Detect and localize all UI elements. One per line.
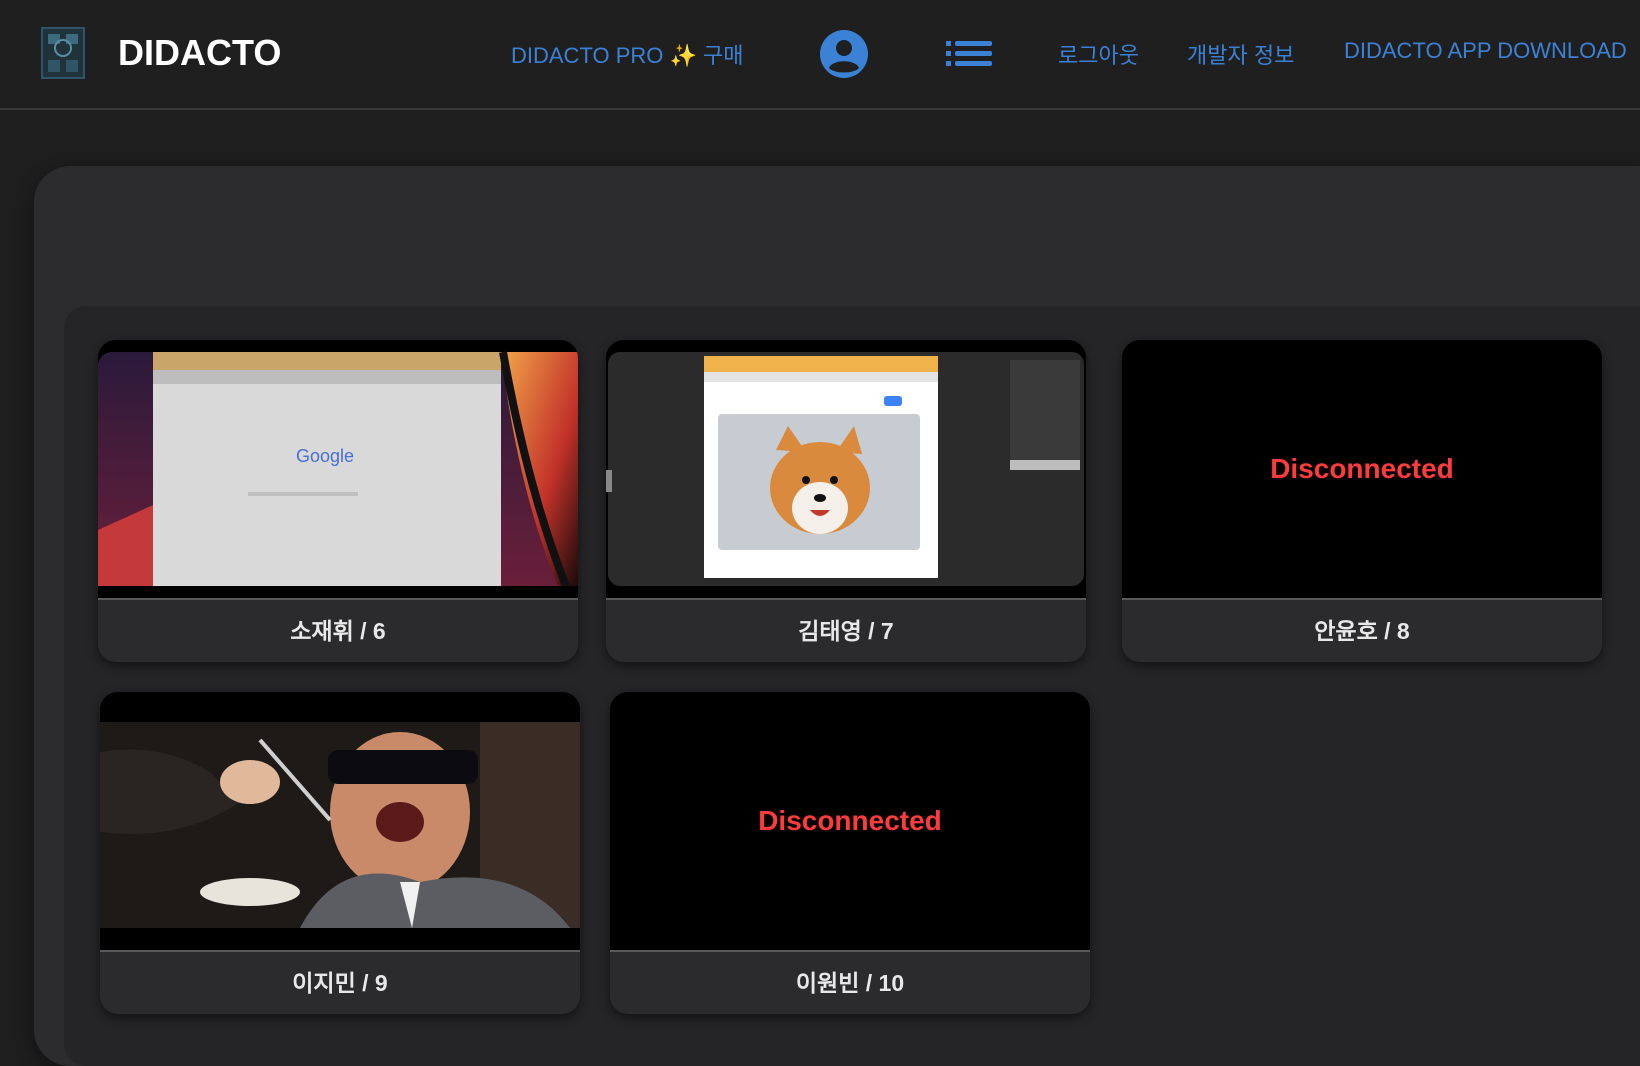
screen-thumbnail (606, 340, 1086, 598)
student-name-label: 이지민 / 9 (292, 970, 388, 996)
brand-title[interactable]: DIDACTO (118, 32, 281, 74)
student-card[interactable]: Disconnected 안윤호 / 8 (1122, 340, 1602, 662)
webcam-video-frame (100, 692, 580, 950)
svg-text:Google: Google (296, 446, 354, 466)
disconnected-status: Disconnected (1270, 453, 1454, 484)
student-card[interactable]: Google 소재휘 / 6 (98, 340, 578, 662)
building-logo-icon[interactable] (38, 26, 88, 80)
pro-purchase-link[interactable]: DIDACTO PRO ✨ 구매 (511, 38, 744, 70)
student-name-label: 안윤호 / 8 (1314, 618, 1410, 644)
top-navbar: DIDACTO DIDACTO PRO ✨ 구매 로그아웃 개발자 정보 DID… (0, 0, 1640, 110)
student-name-label: 이원빈 / 10 (795, 970, 905, 996)
screen-thumbnail: Google (98, 340, 578, 598)
app-download-link[interactable]: DIDACTO APP DOWNLOAD (1344, 38, 1627, 64)
logout-link[interactable]: 로그아웃 (1058, 38, 1139, 70)
student-name-label: 김태영 / 7 (798, 618, 894, 644)
user-avatar-icon[interactable] (820, 30, 868, 78)
student-card[interactable]: 이지민 / 9 (100, 692, 580, 1014)
screen-thumbnail (100, 692, 580, 950)
developer-info-link[interactable]: 개발자 정보 (1187, 38, 1294, 70)
browser-google-screen: Google (98, 340, 578, 598)
list-menu-icon[interactable] (946, 38, 992, 70)
disconnected-status: Disconnected (758, 805, 942, 836)
student-card[interactable]: Disconnected 이원빈 / 10 (610, 692, 1090, 1014)
browser-dog-image-screen (606, 340, 1086, 598)
student-card[interactable]: 김태영 / 7 (606, 340, 1086, 662)
screen-thumbnail: Disconnected (1122, 340, 1602, 598)
student-name-label: 소재휘 / 6 (290, 618, 386, 644)
screen-thumbnail: Disconnected (610, 692, 1090, 950)
